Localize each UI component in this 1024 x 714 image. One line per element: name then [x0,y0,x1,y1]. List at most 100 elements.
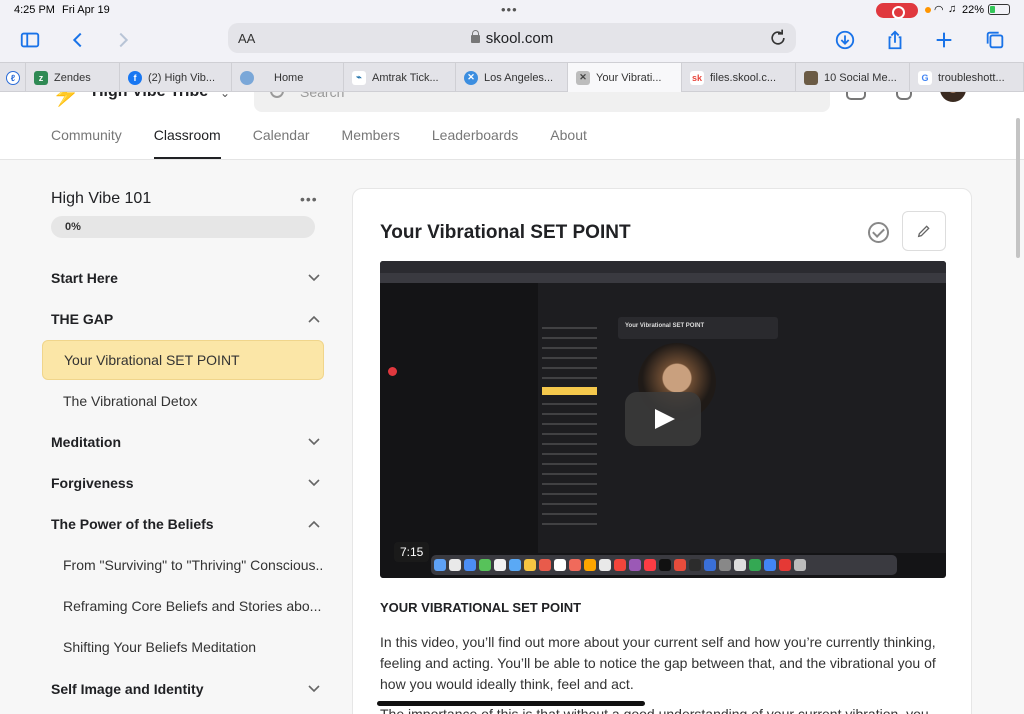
battery-icon [988,4,1010,15]
forward-icon[interactable] [111,28,135,52]
tab-overview-icon[interactable] [983,28,1007,52]
nav-calendar[interactable]: Calendar [253,127,310,159]
globe-icon [240,70,254,85]
battery-percent: 22% [962,4,985,16]
nav-about[interactable]: About [550,127,587,159]
search-placeholder: Search [300,92,345,100]
tab-label: (2) High Vib... [148,71,216,84]
nav-classroom[interactable]: Classroom [153,127,221,159]
tab-label: Your Vibrati... [596,71,662,84]
section-power-of-beliefs[interactable]: The Power of the Beliefs [51,509,321,539]
video-duration: 7:15 [394,542,430,562]
bell-icon[interactable] [896,92,912,100]
lightning-logo-icon[interactable]: ⚡ [52,92,79,108]
lesson-description: In this video, you’ll find out more abou… [380,634,936,692]
address-bar[interactable]: AA skool.com [228,23,796,53]
tab-social-media[interactable]: 10 Social Me... [796,63,910,92]
chevron-down-icon[interactable] [307,271,321,285]
tab-your-vibrational[interactable]: ✕ Your Vibrati... [568,63,682,92]
section-label: Self Image and Identity [51,681,204,697]
video-screen-addressbar [380,273,946,283]
google-icon: G [918,70,932,85]
search-input[interactable]: Search [254,92,830,112]
lesson-section-heading: YOUR VIBRATIONAL SET POINT [380,600,582,615]
tab-troubleshooting[interactable]: G troubleshott... [910,63,1024,92]
chevron-up-icon[interactable] [307,312,321,326]
nav-members[interactable]: Members [342,127,400,159]
video-screen-title: Your Vibrational SET POINT [625,323,705,329]
lesson-label: From "Surviving" to "Thriving" Conscious… [63,557,324,573]
chevron-down-icon[interactable] [307,682,321,696]
play-button[interactable] [625,392,701,446]
progress-label: 0% [65,221,81,233]
screen-recording-icon[interactable] [876,3,918,19]
chevron-down-icon[interactable]: ⌄ [220,92,230,100]
section-label: THE GAP [51,311,114,327]
home-indicator[interactable] [377,701,645,706]
browser-toolbar: AA skool.com [0,20,1024,62]
group-name[interactable]: High Vibe Tribe [92,92,208,101]
tab-facebook[interactable]: f (2) High Vib... [120,63,232,92]
reload-icon[interactable] [768,28,788,48]
nav-leaderboards[interactable]: Leaderboards [432,127,518,159]
chat-icon[interactable] [846,92,866,100]
section-start-here[interactable]: Start Here [51,263,321,293]
back-icon[interactable] [66,28,90,52]
section-forgiveness[interactable]: Forgiveness [51,468,321,498]
chevron-up-icon[interactable] [307,517,321,531]
lesson-your-vibrational-set-point[interactable]: Your Vibrational SET POINT [42,340,324,380]
section-the-gap[interactable]: THE GAP [51,304,321,334]
tab-label: Home [274,71,304,84]
new-tab-icon[interactable] [932,28,956,52]
zendesk-icon: z [34,70,48,85]
tab-label: files.skool.c... [710,71,777,84]
wifi-icon: ◠ [934,4,944,16]
edit-button[interactable] [902,211,946,251]
avatar[interactable] [940,92,966,102]
chevron-down-icon[interactable] [307,435,321,449]
tab-amtrak[interactable]: ⌁ Amtrak Tick... [344,63,456,92]
recording-indicator-icon [388,367,397,376]
multitasking-dots-icon[interactable]: ••• [501,2,518,17]
section-meditation[interactable]: Meditation [51,427,321,457]
mark-complete-icon[interactable] [868,222,889,243]
lesson-label: Reframing Core Beliefs and Stories abo..… [63,598,322,614]
section-label: Meditation [51,434,121,450]
lesson-surviving-to-thriving[interactable]: From "Surviving" to "Thriving" Conscious… [42,545,324,585]
downloads-icon[interactable] [833,28,857,52]
lesson-card: Your Vibrational SET POINT Your Vibratio… [352,188,972,714]
page-scrollbar[interactable] [1016,118,1020,258]
pencil-icon [917,225,930,238]
close-icon[interactable]: ✕ [576,70,590,85]
tab-bar: ℓ z Zendes f (2) High Vib... Home ⌁ Amtr… [0,62,1024,92]
sidebar-toggle-icon[interactable] [18,28,42,52]
skool-icon: sk [690,70,704,85]
video-screen-menubar [380,261,946,273]
tab-los-angeles[interactable]: ✕ Los Angeles... [456,63,568,92]
video-screen-lesson-card: Your Vibrational SET POINT [618,317,778,339]
video-dock [431,555,897,575]
tab-blue-partial[interactable]: ℓ [0,63,26,92]
tab-label: Zendes [54,71,91,84]
compass-icon: ✕ [464,70,478,85]
nav-community[interactable]: Community [51,127,122,159]
share-icon[interactable] [883,28,907,52]
status-time: 4:25 PM [14,4,55,16]
more-options-icon[interactable]: ••• [300,191,318,207]
lesson-label: Shifting Your Beliefs Meditation [63,639,257,655]
mic-indicator-icon [925,7,931,13]
chevron-down-icon[interactable] [307,476,321,490]
lock-icon [470,30,480,43]
lesson-vibrational-detox[interactable]: The Vibrational Detox [42,381,324,421]
tab-files-skool[interactable]: sk files.skool.c... [682,63,796,92]
tab-zendesk[interactable]: z Zendes [26,63,120,92]
site-header: ⚡ High Vibe Tribe ⌄ Search Community Cla… [0,92,1024,160]
video-player[interactable]: Your Vibrational SET POINT 7:15 [380,261,946,578]
site-icon: ℓ [6,70,20,85]
section-label: The Power of the Beliefs [51,516,214,532]
tab-home[interactable]: Home [232,63,344,92]
section-self-image[interactable]: Self Image and Identity [51,674,321,704]
amtrak-icon: ⌁ [352,70,366,85]
lesson-shifting-beliefs-meditation[interactable]: Shifting Your Beliefs Meditation [42,627,324,667]
lesson-reframing-core-beliefs[interactable]: Reframing Core Beliefs and Stories abo..… [42,586,324,626]
